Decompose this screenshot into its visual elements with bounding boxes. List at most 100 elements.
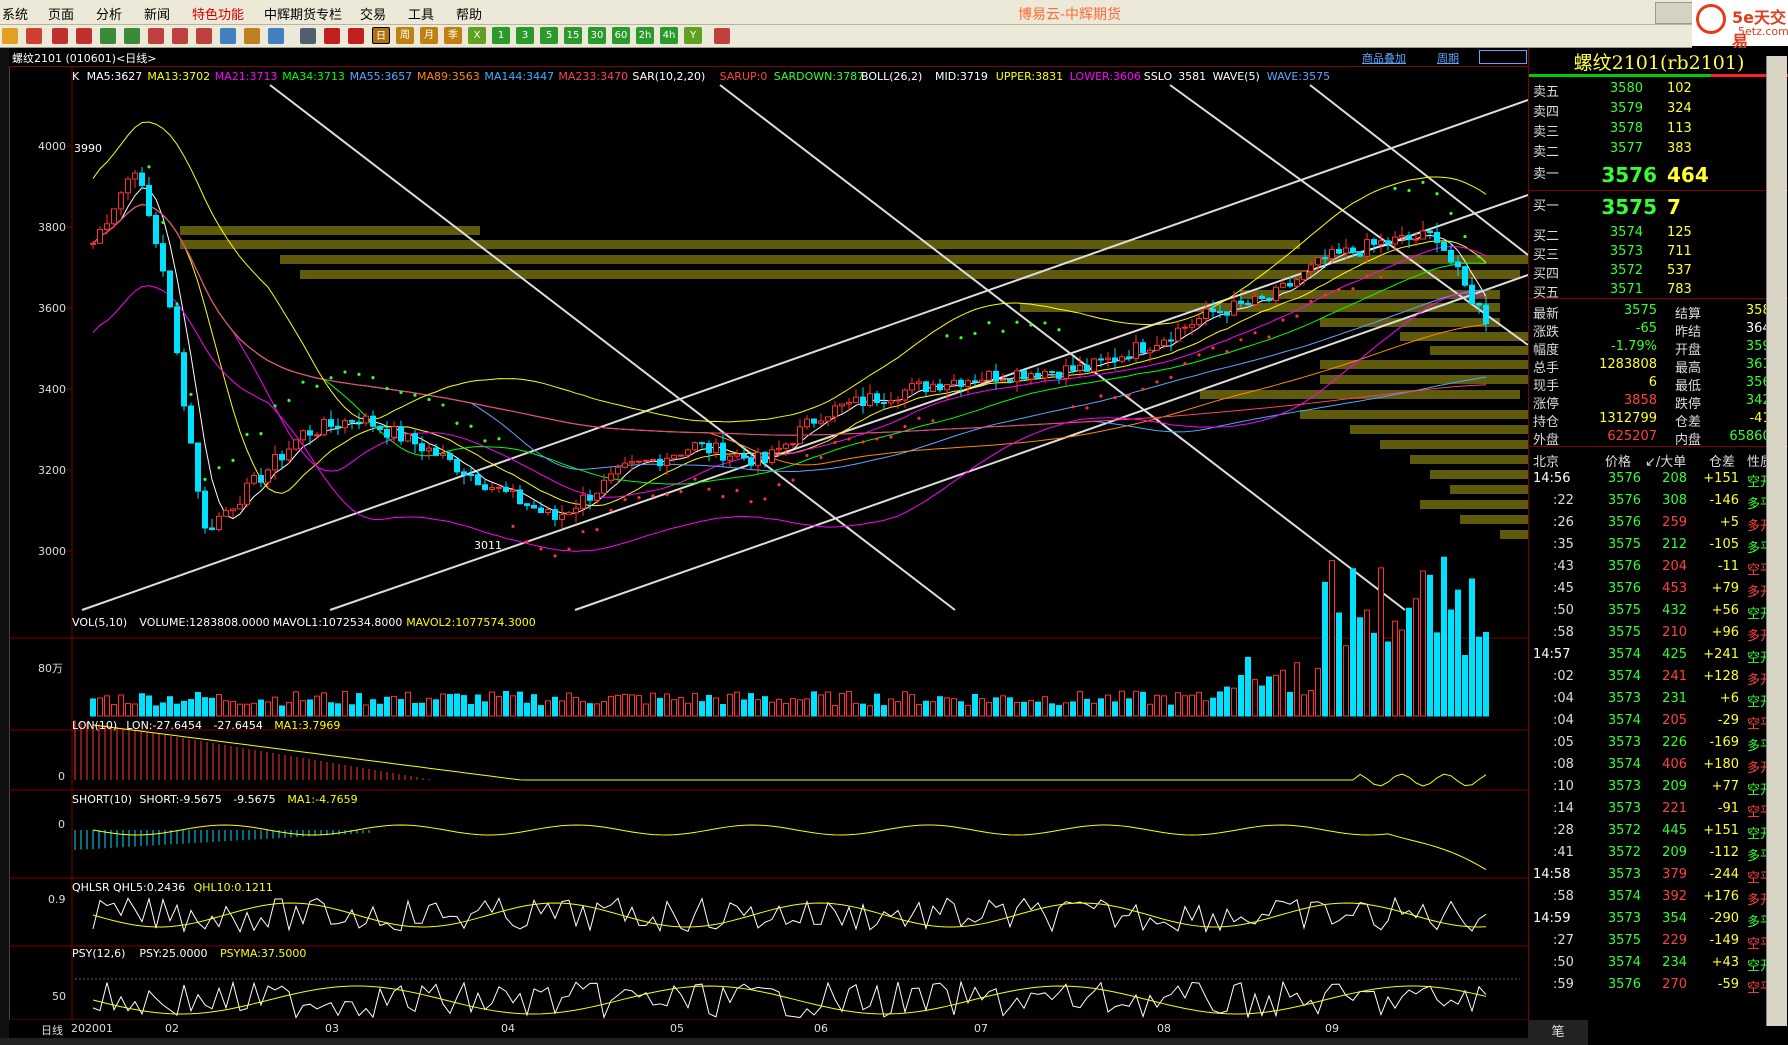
volume-bar xyxy=(510,695,516,717)
candle-body xyxy=(1364,239,1370,257)
logo-circle-icon xyxy=(1696,4,1726,34)
candle-body xyxy=(832,405,838,418)
ask-price: 3580 xyxy=(1609,81,1643,96)
candle-body xyxy=(1189,324,1195,328)
candle-body xyxy=(1014,370,1020,383)
stat-value: 1283808 xyxy=(1599,357,1657,372)
volume-bar xyxy=(1070,701,1076,717)
indicator-label: MA5:3627 xyxy=(86,70,143,83)
candle-body xyxy=(839,403,845,407)
sar-dot xyxy=(203,477,207,481)
candle-body xyxy=(979,379,985,383)
candle-body xyxy=(412,433,418,445)
candle-body xyxy=(1427,230,1433,234)
stat-value: 3858 xyxy=(1623,393,1657,408)
ma-line xyxy=(92,203,1487,507)
indicator-label: SHORT(10) xyxy=(72,793,133,806)
volume-bar xyxy=(958,701,964,717)
volume-bar xyxy=(1476,636,1482,717)
volume-bar xyxy=(1364,609,1370,717)
sar-dot xyxy=(819,455,823,460)
volume-bar xyxy=(216,694,222,717)
tick-time: :35 xyxy=(1553,537,1574,552)
candle-body xyxy=(265,469,271,483)
tick-row: :43 3576 204 -11 空平 xyxy=(1529,558,1788,578)
candle-body xyxy=(258,475,264,483)
candle-body xyxy=(1350,247,1356,253)
tick-volume: 270 xyxy=(1662,977,1687,992)
candle-body xyxy=(1091,358,1097,372)
candle-body xyxy=(482,484,488,490)
volume-bar xyxy=(426,697,432,717)
tick-row: :58 3574 392 +176 多开 xyxy=(1529,888,1788,908)
sar-dot xyxy=(1001,329,1005,333)
tick-oi-change: +180 xyxy=(1703,757,1739,772)
candle-body xyxy=(370,415,376,427)
volume-bar xyxy=(90,698,96,717)
candle-body xyxy=(139,172,145,186)
tick-price: 3574 xyxy=(1607,889,1641,904)
volume-bar xyxy=(580,701,586,717)
indicator-label: MA233:3470 xyxy=(558,70,629,83)
candle-body xyxy=(517,489,523,505)
ask-row: 卖二 3577 383 xyxy=(1529,140,1788,160)
candle-body xyxy=(1259,295,1265,300)
candle-body xyxy=(419,443,425,452)
candle-body xyxy=(713,442,719,454)
lon-ma xyxy=(92,724,1487,787)
candle-body xyxy=(1112,357,1118,362)
tick-volume: 208 xyxy=(1662,471,1687,486)
indicator-label: LON:-27.6454 xyxy=(126,719,202,732)
stat-row: 外盘 625207 内盘 658601 xyxy=(1529,428,1788,448)
trend-line xyxy=(81,99,1528,611)
sar-dot xyxy=(1295,314,1299,318)
candle-body xyxy=(251,475,257,484)
indicator-label: MA1:-4.7659 xyxy=(287,793,358,806)
tick-price: 3573 xyxy=(1607,691,1641,706)
tick-volume: 221 xyxy=(1662,801,1687,816)
candle-body xyxy=(1042,371,1048,379)
volume-bar xyxy=(363,704,369,717)
candle-body xyxy=(174,306,180,354)
candle-body xyxy=(1063,365,1069,379)
candle-body xyxy=(1056,371,1062,379)
volume-bar xyxy=(1091,702,1097,717)
tick-tab[interactable]: 笔 xyxy=(1528,1020,1588,1045)
tick-volume: 210 xyxy=(1662,625,1687,640)
sar-dot xyxy=(665,493,669,497)
tick-oi-change: +96 xyxy=(1711,625,1739,640)
tick-volume: 379 xyxy=(1662,867,1687,882)
candle-body xyxy=(223,510,229,517)
candle-body xyxy=(685,449,691,456)
quote-scrollbar[interactable] xyxy=(1766,56,1787,1026)
annotation-low: 3011 xyxy=(474,539,502,552)
volume-bar xyxy=(391,695,397,717)
candle-body xyxy=(1000,379,1006,382)
candle-body xyxy=(1378,240,1384,245)
moving-averages xyxy=(92,121,1487,552)
volume-bar xyxy=(1266,676,1272,717)
tick-row: :04 3573 231 +6 空开 xyxy=(1529,690,1788,710)
volume-bar xyxy=(272,696,278,717)
tick-price: 3573 xyxy=(1607,779,1641,794)
candle-body xyxy=(622,462,628,468)
indicator-label: VOL(5,10) xyxy=(72,616,128,629)
volume-bar xyxy=(1462,654,1468,717)
bid-price: 3571 xyxy=(1609,282,1643,297)
volume-bar xyxy=(524,702,530,717)
vol-axis-label: 80万 xyxy=(38,662,63,675)
candle-body xyxy=(132,172,138,180)
candle-body xyxy=(1336,248,1342,254)
candle-body xyxy=(727,455,733,461)
status-bar xyxy=(0,1038,1528,1045)
indicator-label: MA21:3713 xyxy=(214,70,278,83)
volume-bar xyxy=(335,703,341,717)
volume-bar xyxy=(1168,704,1174,717)
quote-ratio-bar xyxy=(1529,74,1788,77)
volume-bar xyxy=(258,699,264,717)
profile-bar xyxy=(1320,360,1528,369)
candle-body xyxy=(118,192,124,210)
volume-bar xyxy=(342,690,348,717)
date-tick: 06 xyxy=(814,1022,828,1035)
volume-bar xyxy=(1301,694,1307,717)
